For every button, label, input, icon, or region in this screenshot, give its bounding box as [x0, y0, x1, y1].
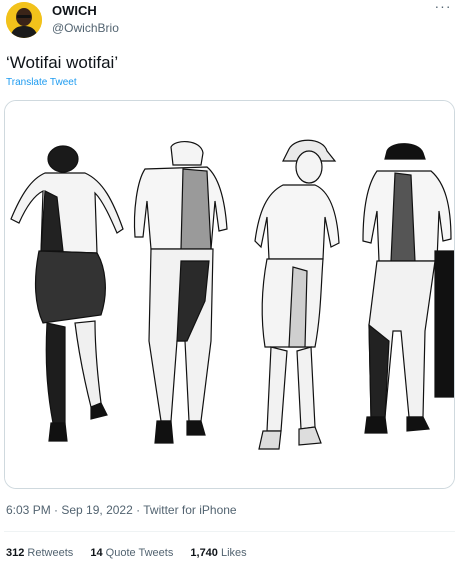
translate-tweet-link[interactable]: Translate Tweet — [6, 77, 77, 89]
tweet-meta: 6:03 PM · Sep 19, 2022 · Twitter for iPh… — [6, 503, 237, 517]
likes-count: 1,740 — [190, 547, 218, 559]
quote-tweets-label: Quote Tweets — [105, 547, 174, 559]
quote-tweets-count: 14 — [90, 547, 103, 559]
quote-tweets-stat[interactable]: 14 Quote Tweets — [90, 546, 173, 560]
meta-separator: · — [132, 503, 144, 517]
retweets-stat[interactable]: 312 Retweets — [6, 546, 73, 560]
user-handle[interactable]: @OwichBrio — [52, 20, 119, 36]
divider — [4, 531, 455, 532]
media-illustration — [5, 101, 454, 488]
display-name[interactable]: OWICH — [52, 3, 119, 19]
tweet-source[interactable]: Twitter for iPhone — [143, 503, 236, 517]
more-options-icon[interactable]: ··· — [433, 0, 453, 18]
tweet-time[interactable]: 6:03 PM — [6, 503, 51, 517]
retweets-count: 312 — [6, 547, 25, 559]
tweet-media[interactable] — [4, 100, 455, 489]
tweet-header: OWICH @OwichBrio ··· — [6, 0, 455, 42]
tweet-date[interactable]: Sep 19, 2022 — [61, 503, 132, 517]
tweet-stats: 312 Retweets 14 Quote Tweets 1,740 Likes — [6, 546, 261, 560]
tweet-text: ‘Wotifai wotifai’ — [6, 53, 119, 72]
avatar[interactable] — [6, 2, 42, 38]
retweets-label: Retweets — [27, 547, 74, 559]
avatar-image — [6, 2, 42, 38]
figure-4 — [362, 143, 454, 434]
likes-stat[interactable]: 1,740 Likes — [190, 546, 246, 560]
meta-separator: · — [50, 503, 62, 517]
user-names: OWICH @OwichBrio — [52, 3, 119, 36]
likes-label: Likes — [220, 547, 247, 559]
